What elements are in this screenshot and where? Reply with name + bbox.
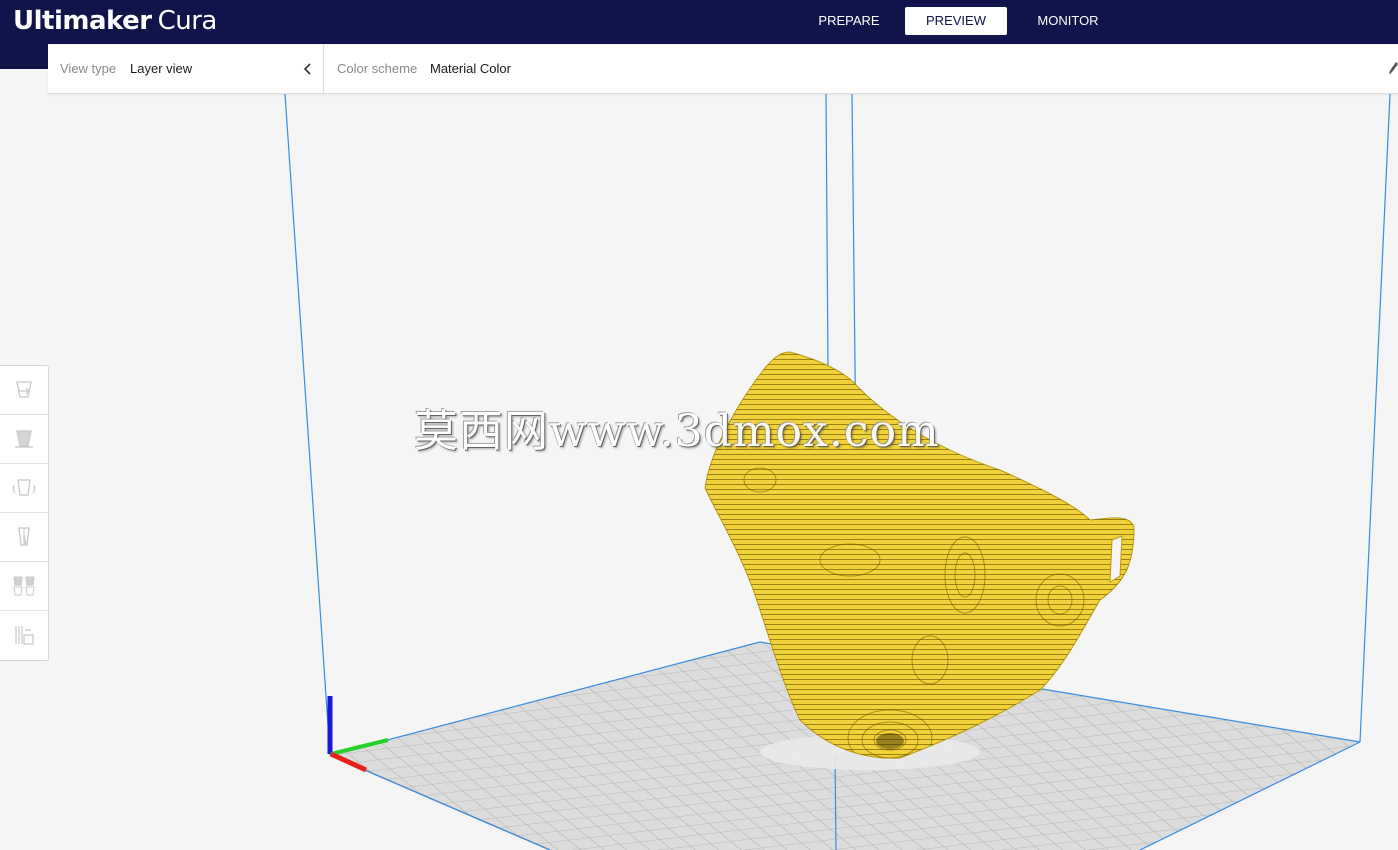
chevron-left-icon xyxy=(303,63,311,75)
header-extension xyxy=(0,44,48,69)
tab-preview[interactable]: PREVIEW xyxy=(905,7,1007,35)
logo-product: Cura xyxy=(157,6,218,36)
tab-prepare[interactable]: PREPARE xyxy=(798,7,900,35)
tab-monitor[interactable]: MONITOR xyxy=(1017,7,1119,35)
per-model-settings-tool-button[interactable] xyxy=(0,562,48,611)
mirror-tool-button[interactable] xyxy=(0,513,48,562)
color-scheme-label: Color scheme xyxy=(337,61,418,76)
move-icon xyxy=(16,381,32,398)
color-scheme-dropdown[interactable]: Material Color xyxy=(430,61,511,76)
view-options-panel: View type Layer view Color scheme Materi… xyxy=(48,45,1398,94)
app-logo: Ultimaker Cura xyxy=(13,4,217,38)
view-type-label: View type xyxy=(60,61,117,76)
view-type-dropdown[interactable]: Layer view xyxy=(130,61,192,76)
panel-divider xyxy=(323,45,324,93)
scale-tool-button[interactable] xyxy=(0,415,48,464)
mirror-icon xyxy=(18,527,30,546)
logo-brand: Ultimaker xyxy=(13,6,152,36)
rotate-icon xyxy=(12,479,36,496)
collapse-panel-button[interactable] xyxy=(298,57,318,81)
paint-brush-icon[interactable] xyxy=(1388,61,1398,75)
tool-sidebar xyxy=(0,365,49,661)
support-blocker-tool-button[interactable] xyxy=(0,611,48,659)
3d-viewport[interactable] xyxy=(0,94,1398,850)
move-tool-button[interactable] xyxy=(0,366,48,415)
watermark-text: 莫西网www.3dmox.com xyxy=(414,406,940,457)
rotate-tool-button[interactable] xyxy=(0,464,48,513)
per-model-settings-icon xyxy=(13,576,35,596)
scale-icon xyxy=(15,430,33,448)
support-blocker-icon xyxy=(15,626,34,645)
header-bar: Ultimaker Cura PREPARE PREVIEW MONITOR xyxy=(0,0,1398,44)
